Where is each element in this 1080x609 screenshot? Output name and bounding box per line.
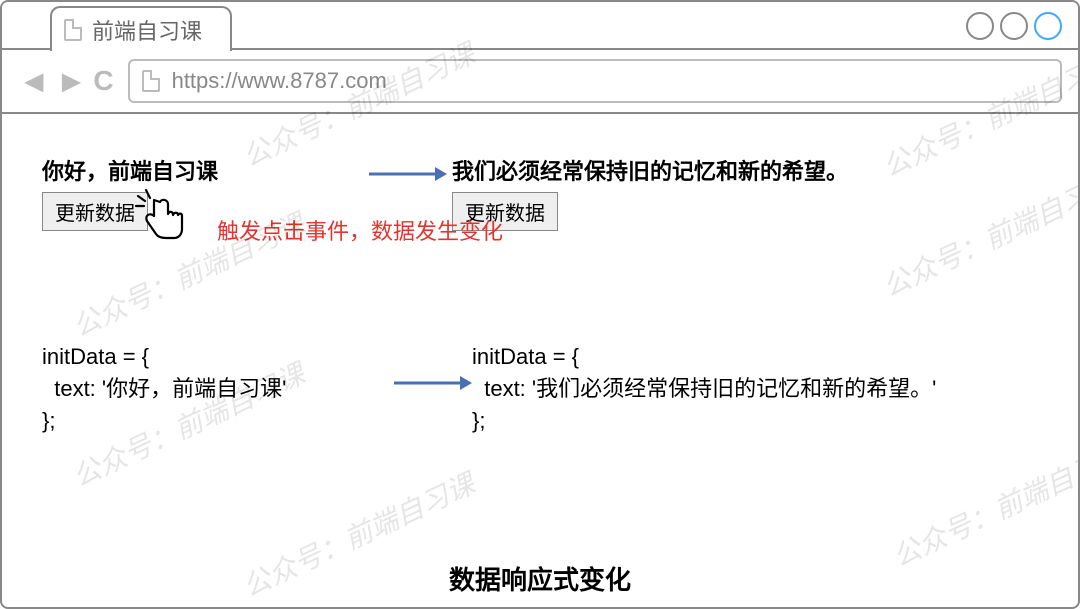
state-after: 我们必须经常保持旧的记忆和新的希望。 更新数据 [452, 154, 1038, 231]
code-before: initData = { text: '你好，前端自习课' }; [42, 341, 392, 437]
code-line: }; [472, 408, 485, 433]
page-icon [64, 19, 82, 41]
url-bar[interactable]: https://www.8787.com [128, 59, 1062, 103]
demo-row: 你好，前端自习课 更新数据 我们必须经常保持旧的记忆和新的希望。 更新数据 [42, 154, 1038, 231]
page-content: 你好，前端自习课 更新数据 我们必须经常保持旧的记忆和新的希望。 更新数据 [2, 114, 1078, 607]
code-line: initData = { [42, 344, 149, 369]
reload-icon[interactable]: C [93, 65, 113, 97]
diagram-title: 数据响应式变化 [2, 560, 1078, 597]
headline-after: 我们必须经常保持旧的记忆和新的希望。 [452, 154, 1038, 186]
window-control-1[interactable] [966, 12, 994, 40]
arrow-icon [362, 154, 452, 191]
browser-window: 前端自习课 ◄ ► C https://www.8787.com 你好，前端自习… [0, 0, 1080, 609]
watermark: 公众号：前端自习课 [885, 433, 1080, 576]
code-line: text: '你好，前端自习课' [42, 376, 286, 401]
code-line: initData = { [472, 344, 579, 369]
annotation-text: 触发点击事件，数据发生变化 [217, 214, 503, 246]
back-icon[interactable]: ◄ [18, 63, 50, 100]
code-line: text: '我们必须经常保持旧的记忆和新的希望。' [472, 376, 936, 401]
page-icon [142, 70, 160, 92]
url-text: https://www.8787.com [172, 68, 387, 94]
code-line: }; [42, 408, 55, 433]
forward-icon[interactable]: ► [56, 63, 88, 100]
code-after: initData = { text: '我们必须经常保持旧的记忆和新的希望。' … [472, 341, 1038, 437]
window-controls [966, 12, 1062, 40]
address-bar-row: ◄ ► C https://www.8787.com [2, 50, 1078, 114]
browser-tab[interactable]: 前端自习课 [50, 6, 232, 52]
arrow-icon [392, 341, 472, 401]
headline-before: 你好，前端自习课 [42, 154, 362, 186]
window-control-3[interactable] [1034, 12, 1062, 40]
code-row: initData = { text: '你好，前端自习课' }; initDat… [42, 341, 1038, 437]
tab-title: 前端自习课 [92, 14, 202, 46]
tab-bar: 前端自习课 [2, 2, 1078, 50]
window-control-2[interactable] [1000, 12, 1028, 40]
click-hand-icon [132, 186, 188, 247]
